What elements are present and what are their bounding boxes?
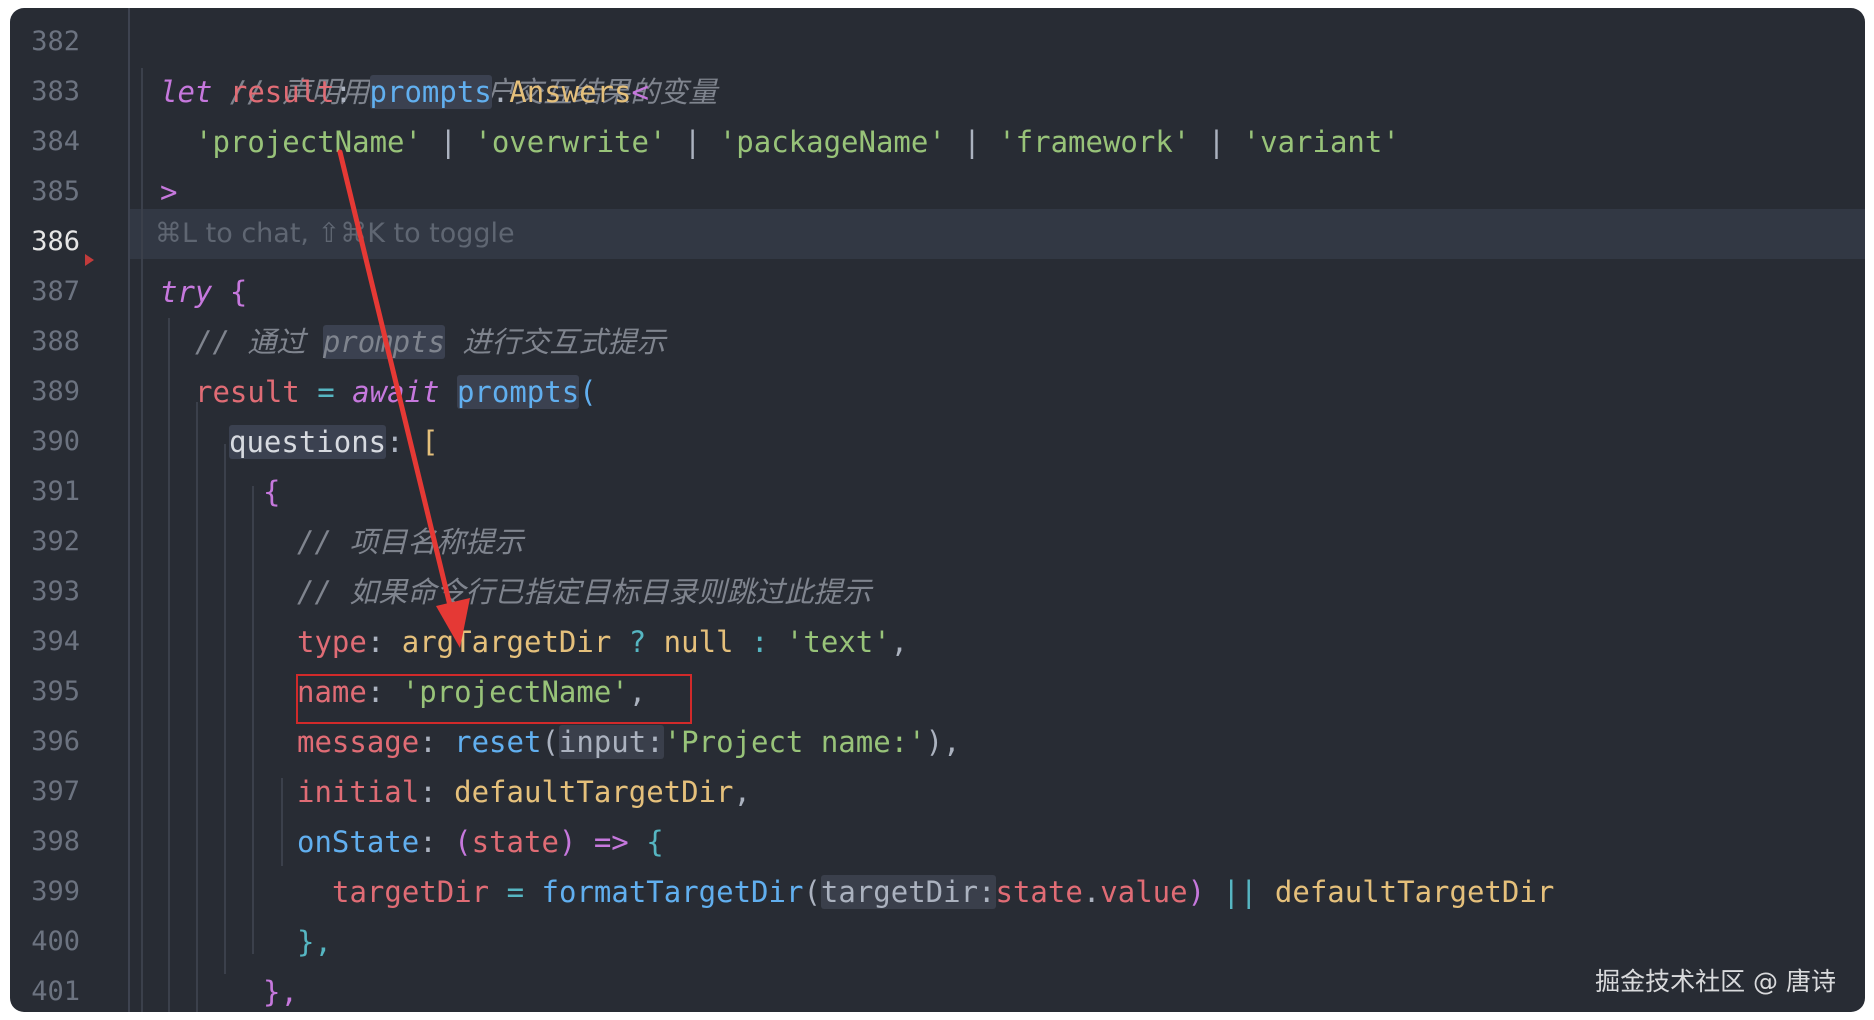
watermark: 掘金技术社区 @ 唐诗 — [1595, 967, 1836, 996]
arrow-head-icon — [436, 598, 470, 648]
arrow-shaft — [337, 149, 456, 621]
annotation-arrow — [337, 149, 470, 648]
